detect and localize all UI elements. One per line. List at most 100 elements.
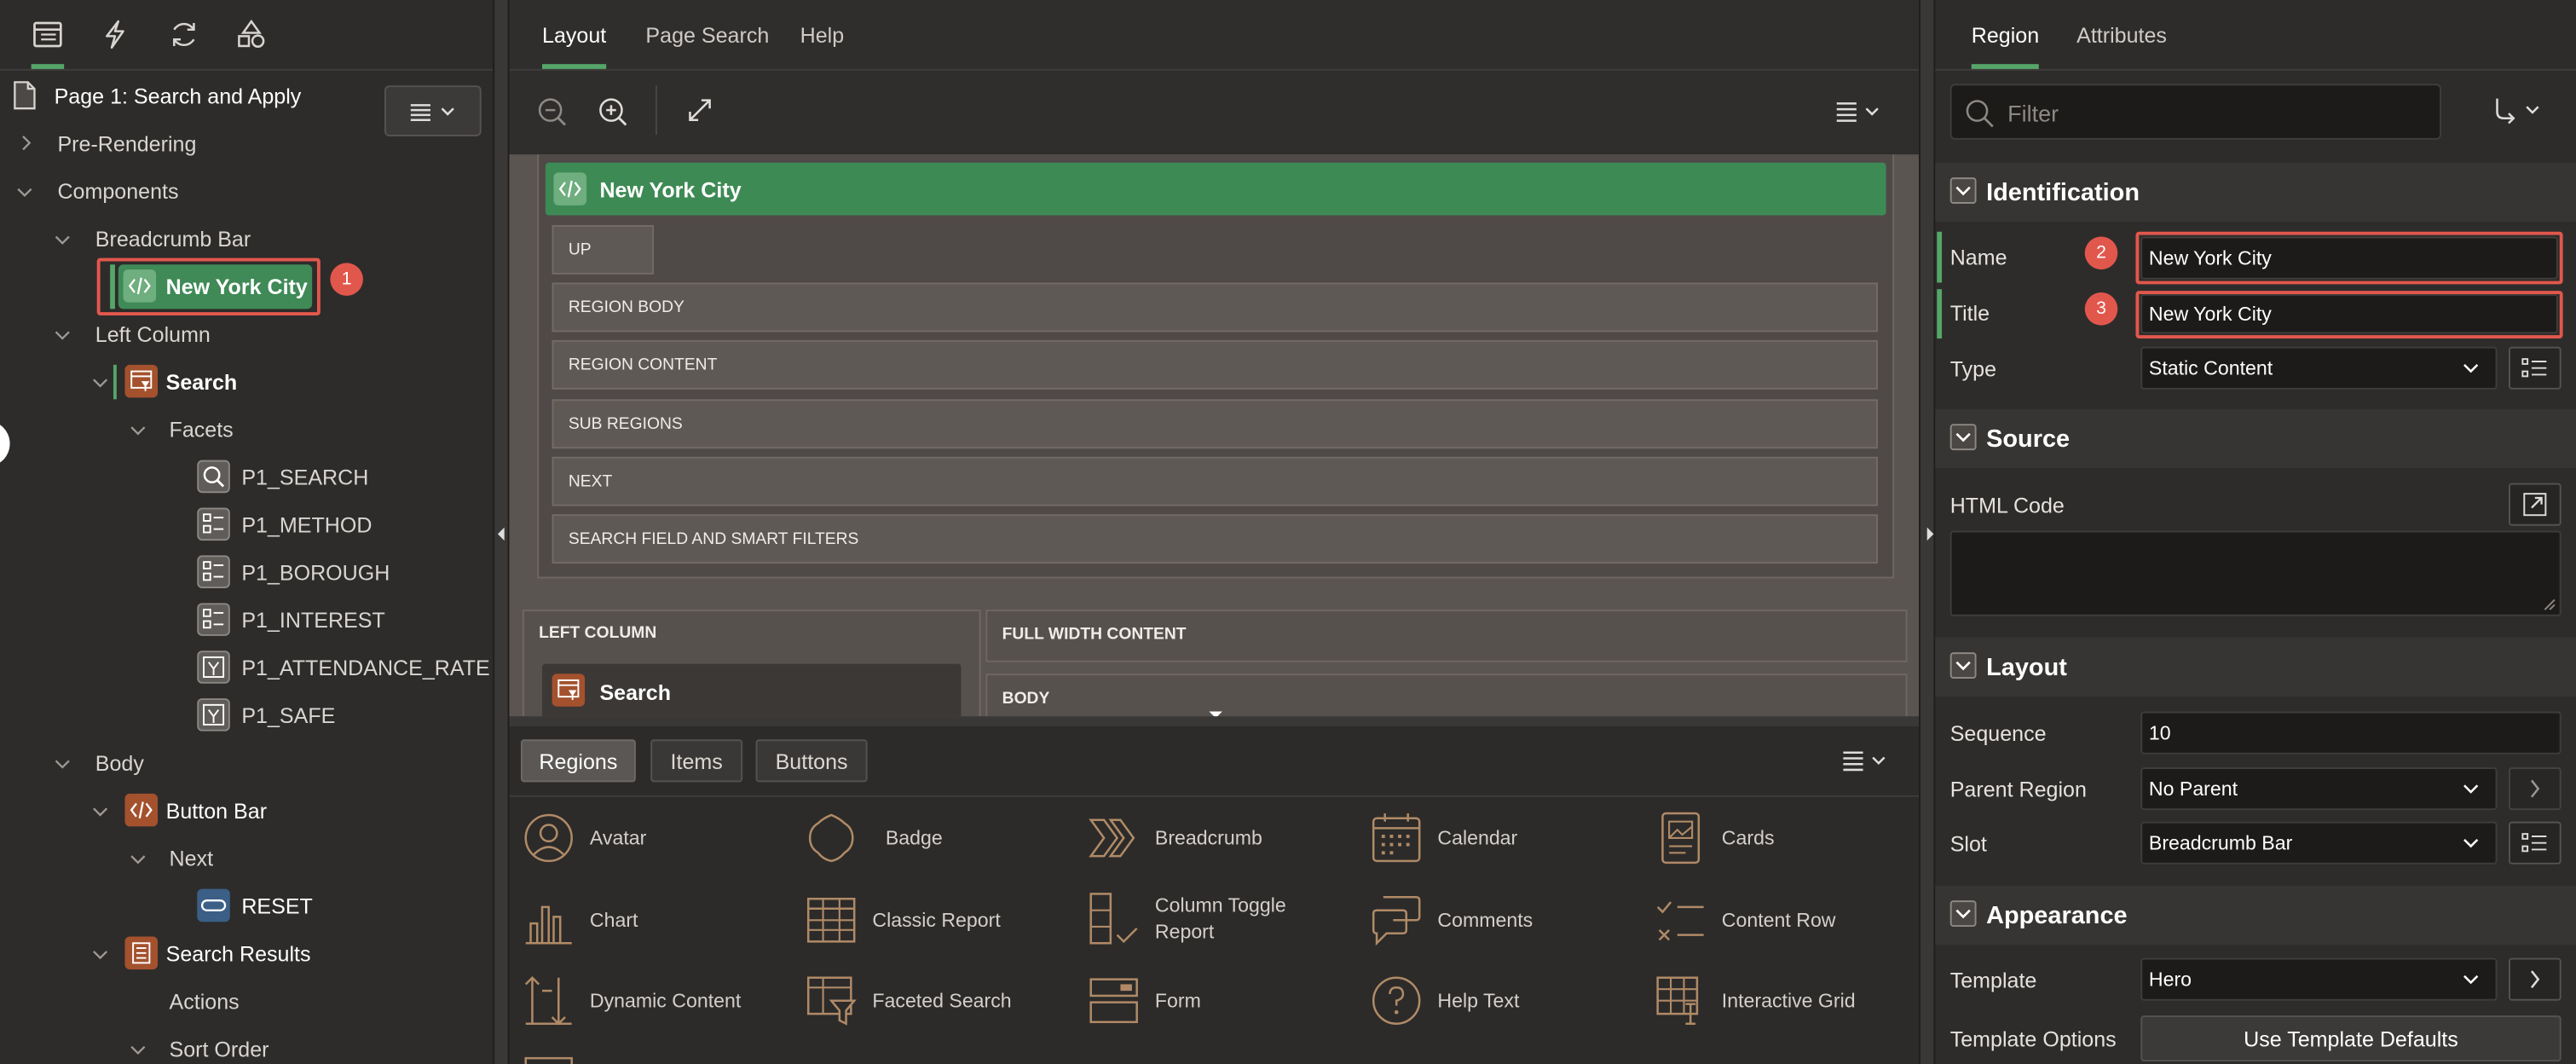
filter-placeholder: Filter xyxy=(2007,100,2059,127)
tab-page-search[interactable]: Page Search xyxy=(645,0,769,69)
tab-help[interactable]: Help xyxy=(800,0,845,69)
type-select[interactable]: Static Content xyxy=(2140,346,2498,390)
section-layout[interactable]: Layout xyxy=(1935,637,2576,697)
slot-label: BODY xyxy=(1002,690,1050,708)
gallery-form[interactable]: Form xyxy=(1088,973,1350,1029)
gallery-classic-report[interactable]: Classic Report xyxy=(805,893,1067,949)
tree-p1-search[interactable]: P1_SEARCH xyxy=(0,454,493,501)
tree-menu-button[interactable] xyxy=(384,85,482,136)
parent-region-value: No Parent xyxy=(2148,777,2238,801)
layout-menu-icon[interactable] xyxy=(1836,101,1883,122)
section-appearance[interactable]: Appearance xyxy=(1935,885,2576,945)
toggle-button[interactable] xyxy=(1949,652,1977,679)
filter-input[interactable]: Filter xyxy=(1949,84,2441,140)
gallery-badge[interactable]: Badge xyxy=(805,810,1067,866)
gallery-avatar[interactable]: Avatar xyxy=(523,810,785,866)
go-to-group-icon[interactable] xyxy=(2487,97,2544,127)
template-options-button[interactable]: Use Template Defaults xyxy=(2140,1015,2562,1062)
gallery-chart[interactable]: Chart xyxy=(523,893,785,949)
zoom-in-icon[interactable] xyxy=(598,97,628,127)
slot-next[interactable]: NEXT xyxy=(552,456,1878,506)
tree-facets[interactable]: Facets xyxy=(0,406,493,454)
gallery-menu-icon[interactable] xyxy=(1843,751,1889,772)
tree-sort-order[interactable]: Sort Order xyxy=(0,1026,493,1064)
chevron-down-icon xyxy=(2463,974,2479,985)
tree-button-bar[interactable]: Button Bar xyxy=(0,787,493,835)
tree-pre-rendering[interactable]: Pre-Rendering xyxy=(0,120,378,168)
template-goto-button[interactable] xyxy=(2508,957,2562,1001)
gallery-calendar[interactable]: Calendar xyxy=(1370,810,1632,866)
gallery-dynamic-content[interactable]: Dynamic Content xyxy=(523,973,785,1029)
tree-search[interactable]: Search xyxy=(0,358,493,406)
canvas-region-search[interactable]: Search xyxy=(542,663,962,717)
tree-left-column[interactable]: Left Column xyxy=(0,310,493,358)
slot-sub-regions[interactable]: SUB REGIONS xyxy=(552,399,1878,449)
tree-components[interactable]: Components xyxy=(0,168,493,216)
title-field[interactable]: New York City xyxy=(2140,293,2558,334)
tree-body[interactable]: Body xyxy=(0,739,493,787)
slot-value: Breadcrumb Bar xyxy=(2148,831,2293,855)
slot-select[interactable]: Breadcrumb Bar xyxy=(2140,821,2498,864)
tab-layout[interactable]: Layout xyxy=(542,0,607,69)
slot-list-button[interactable] xyxy=(2508,821,2562,864)
gallery-tab-regions[interactable]: Regions xyxy=(520,739,636,783)
tree-p1-borough[interactable]: P1_BOROUGH xyxy=(0,549,493,597)
slot-body[interactable]: BODY xyxy=(985,674,1908,717)
gallery-tab-buttons[interactable]: Buttons xyxy=(755,739,868,783)
right-splitter[interactable] xyxy=(1919,0,1936,1064)
tab-processing[interactable] xyxy=(149,0,218,69)
gallery-help-text[interactable]: Help Text xyxy=(1370,973,1632,1029)
tree-next[interactable]: Next xyxy=(0,835,493,882)
slot-region-body[interactable]: REGION BODY xyxy=(552,282,1878,332)
toggle-button[interactable] xyxy=(1949,177,1977,204)
tab-dynamic-actions[interactable] xyxy=(80,0,149,69)
comments-icon xyxy=(1372,896,1421,946)
tree-p1-method[interactable]: P1_METHOD xyxy=(0,501,493,549)
tab-region[interactable]: Region xyxy=(1971,0,2040,69)
tree-breadcrumb-bar[interactable]: Breadcrumb Bar xyxy=(0,215,493,263)
sequence-field[interactable]: 10 xyxy=(2140,711,2562,755)
gallery-comments[interactable]: Comments xyxy=(1370,893,1632,949)
resize-handle-icon[interactable] xyxy=(1208,710,1224,717)
slot-full-width[interactable]: FULL WIDTH CONTENT xyxy=(985,610,1908,662)
section-identification[interactable]: Identification xyxy=(1935,162,2576,223)
canvas-region-new-york-city[interactable]: New York City xyxy=(545,162,1886,216)
toggle-button[interactable] xyxy=(1949,900,1977,927)
tab-rendering[interactable] xyxy=(13,0,82,69)
parent-region-goto-button[interactable] xyxy=(2508,767,2562,811)
gallery-splitter[interactable] xyxy=(509,716,1920,726)
tree-p1-interest[interactable]: P1_INTEREST xyxy=(0,597,493,645)
gallery-breadcrumb[interactable]: Breadcrumb xyxy=(1088,810,1350,866)
expand-icon[interactable] xyxy=(687,97,713,124)
gallery-content-row[interactable]: Content Row xyxy=(1655,893,1917,949)
template-select[interactable]: Hero xyxy=(2140,957,2498,1001)
tree-actions[interactable]: Actions xyxy=(0,978,493,1026)
section-source[interactable]: Source xyxy=(1935,408,2576,469)
zoom-out-icon[interactable] xyxy=(537,97,567,127)
gallery-faceted-search[interactable]: Faceted Search xyxy=(805,973,1067,1029)
name-field[interactable]: New York City xyxy=(2140,236,2558,280)
slot-search-field[interactable]: SEARCH FIELD AND SMART FILTERS xyxy=(552,514,1878,564)
tree-p1-attendance-rate[interactable]: P1_ATTENDANCE_RATE xyxy=(0,645,493,692)
gallery-interactive-grid[interactable]: Interactive Grid xyxy=(1655,973,1917,1029)
gallery-cards[interactable]: Cards xyxy=(1655,810,1917,866)
tab-attributes[interactable]: Attributes xyxy=(2076,0,2167,69)
parent-region-select[interactable]: No Parent xyxy=(2140,767,2498,811)
left-splitter[interactable] xyxy=(493,0,510,1064)
gallery-column-toggle-report[interactable]: Column Toggle Report xyxy=(1088,893,1350,949)
tree-p1-safe[interactable]: P1_SAFE xyxy=(0,691,493,739)
toggle-button[interactable] xyxy=(1949,424,1977,451)
slot-region-content[interactable]: REGION CONTENT xyxy=(552,339,1878,390)
slot-left-column[interactable]: LEFT COLUMN Search xyxy=(522,610,981,717)
gallery-tab-items[interactable]: Items xyxy=(650,739,743,783)
tree-page-node[interactable]: Page 1: Search and Apply xyxy=(0,72,378,120)
type-list-button[interactable] xyxy=(2508,346,2562,390)
slot-up[interactable]: UP xyxy=(552,225,655,275)
tree-reset[interactable]: RESET xyxy=(0,882,493,930)
tree-new-york-city[interactable]: New York City xyxy=(118,264,313,309)
tab-shared-components[interactable] xyxy=(217,0,286,69)
tab-label: Region xyxy=(1971,22,2040,47)
code-editor-button[interactable] xyxy=(2508,483,2562,526)
tree-search-results[interactable]: Search Results xyxy=(0,930,493,978)
html-code-textarea[interactable] xyxy=(1949,530,2562,616)
